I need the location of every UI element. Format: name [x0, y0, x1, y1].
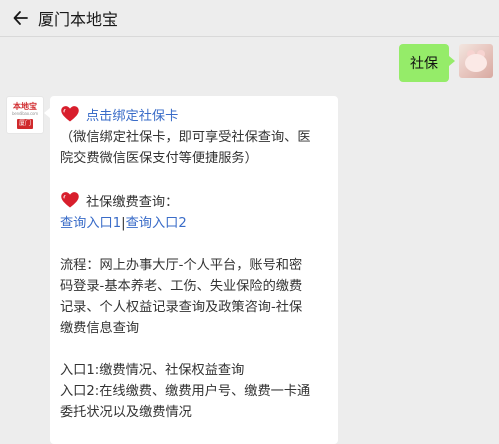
bot-avatar[interactable]: 本地宝 bendibao.com 厦门 — [6, 96, 44, 134]
logo-city: 厦门 — [17, 119, 33, 129]
bind-desc-line: 院交费微信医保支付等便捷服务） — [60, 151, 258, 166]
chat-title: 厦门本地宝 — [38, 10, 119, 29]
process-line: 流程：网上办事大厅-个人平台，账号和密 — [60, 258, 303, 273]
process-line: 缴费信息查询 — [60, 321, 140, 336]
process-line: 码登录-基本养老、工伤、失业保险的缴费 — [60, 279, 303, 294]
query-title-line: 社保缴费查询： — [60, 190, 328, 213]
process-line: 记录、个人权益记录查询及政策咨询-社保 — [60, 300, 303, 315]
heart-icon — [61, 192, 79, 208]
entry-line: 入口2:在线缴费、缴费用户号、缴费一卡通 — [60, 384, 311, 399]
bind-social-card-link[interactable]: 点击绑定社保卡 — [86, 109, 178, 124]
query-entry-2-link[interactable]: 查询入口2 — [126, 216, 187, 231]
bind-desc-line: （微信绑定社保卡，即可享受社保查询、医 — [60, 130, 311, 145]
heart-icon — [61, 106, 79, 122]
entry-line: 委托状况以及缴费情况 — [60, 405, 192, 420]
back-arrow-icon — [13, 11, 28, 25]
back-button[interactable] — [6, 0, 36, 36]
user-avatar[interactable] — [459, 44, 493, 78]
bind-line: 点击绑定社保卡 — [60, 104, 328, 127]
query-title: 社保缴费查询： — [86, 195, 179, 210]
avatar-face — [465, 54, 487, 72]
user-message-row: 社保 — [399, 44, 493, 82]
logo-sub: bendibao.com — [12, 111, 38, 116]
bot-message-bubble: 点击绑定社保卡 （微信绑定社保卡，即可享受社保查询、医 院交费微信医保支付等便捷… — [44, 96, 338, 444]
entry-line: 入口1:缴费情况、社保权益查询 — [60, 363, 245, 378]
query-entry-1-link[interactable]: 查询入口1 — [60, 216, 121, 231]
query-links: 查询入口1|查询入口2 — [60, 213, 328, 234]
user-message-bubble[interactable]: 社保 — [399, 44, 455, 82]
top-bar: 厦门本地宝 — [0, 0, 499, 37]
